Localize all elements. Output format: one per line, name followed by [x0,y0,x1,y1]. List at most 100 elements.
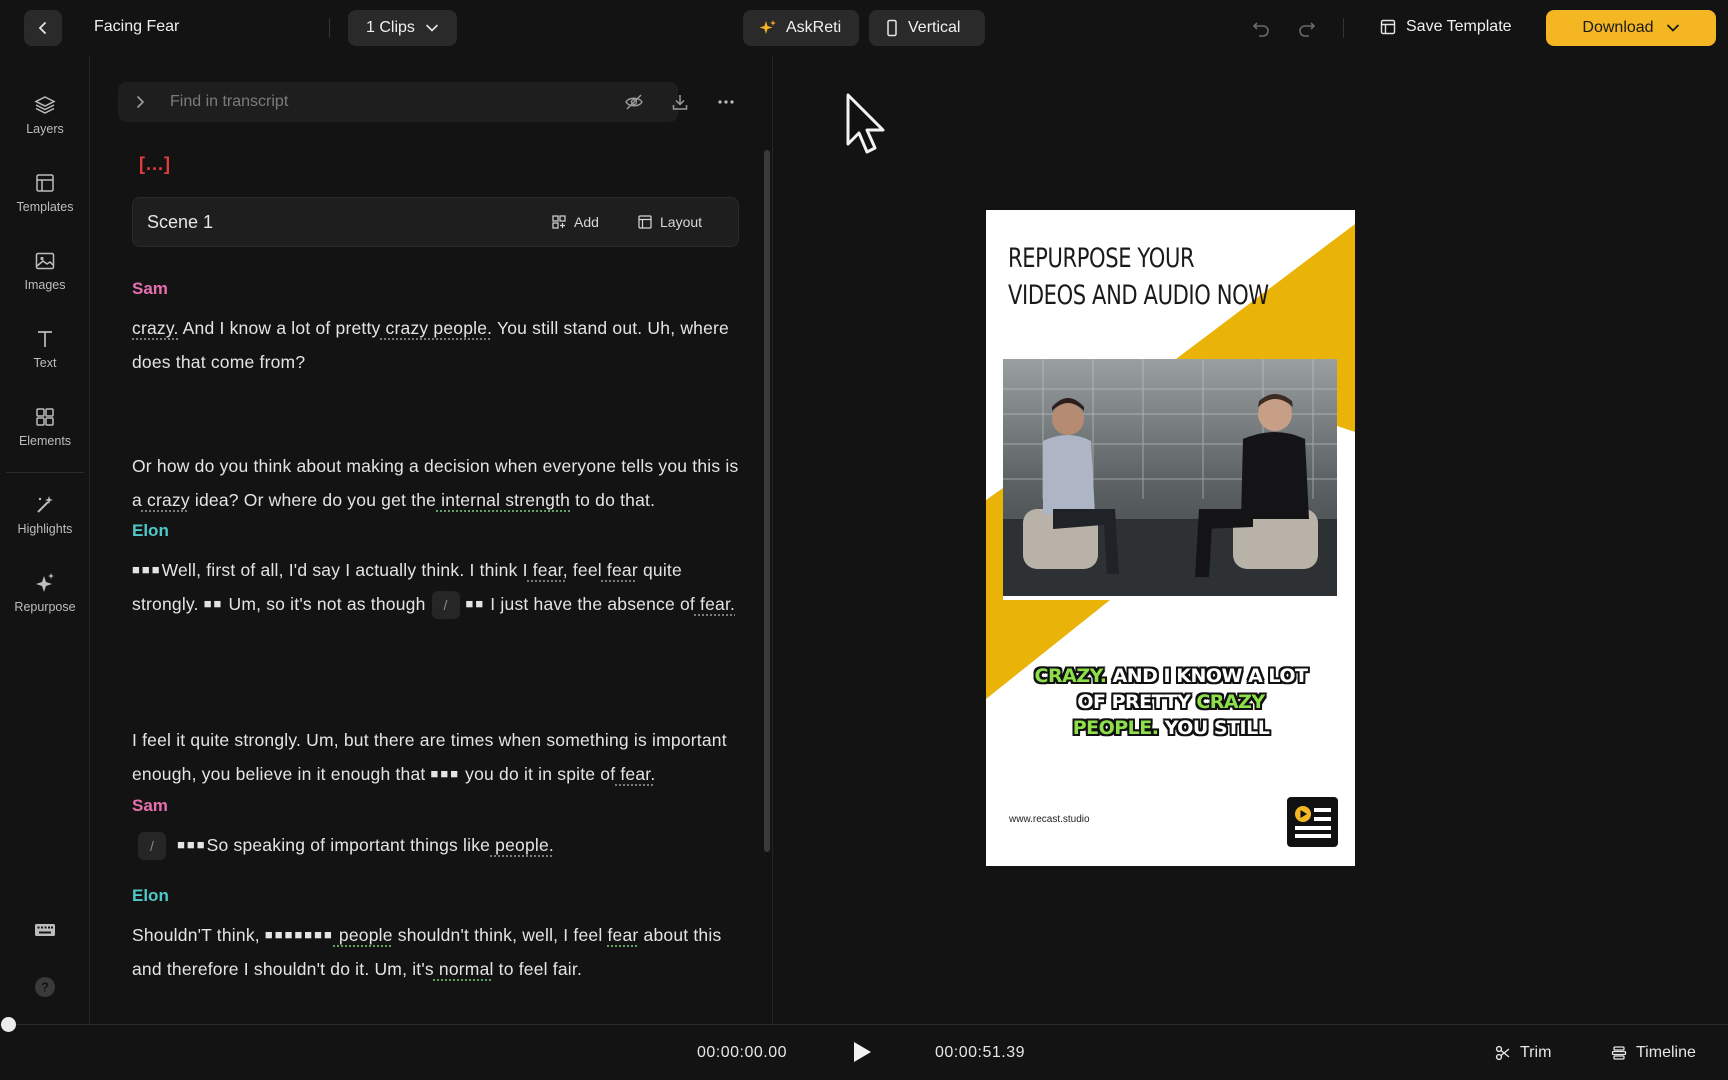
speaker-name[interactable]: Sam [132,796,168,816]
timeline-icon [1611,1046,1627,1060]
sidebar-item-layers[interactable]: Layers [0,94,90,136]
scene-title[interactable]: Scene 1 [147,212,213,233]
divider [1343,18,1344,38]
pause-marker: ■■■ [430,766,461,781]
chevron-right-icon[interactable] [132,93,148,111]
pause-marker: ■■■ [132,562,162,577]
sparkle-icon [759,20,776,34]
sidebar-item-images[interactable]: Images [0,250,90,292]
transcript-paragraph[interactable]: ■■■Well, first of all, I'd say I actuall… [132,553,742,621]
layout-button[interactable]: Layout [638,214,702,230]
transcript-search [118,82,678,122]
sidebar-divider [6,472,84,473]
more-horizontal-icon [718,100,734,104]
mouse-cursor-icon [846,93,885,154]
speaker-name[interactable]: Elon [132,886,169,906]
clips-dropdown[interactable]: 1 Clips [348,10,457,46]
transcript-paragraph[interactable]: crazy. And I know a lot of pretty crazy … [132,311,742,379]
template-icon [1380,19,1396,35]
speaker-name[interactable]: Elon [132,521,169,541]
sidebar-item-highlights[interactable]: Highlights [0,494,90,536]
redo-button[interactable] [1296,17,1318,39]
sidebar-item-label: Templates [16,200,74,214]
sidebar-item-label: Text [33,356,57,370]
download-label: Download [1582,19,1654,36]
download-button[interactable]: Download [1546,10,1716,46]
preview-headline[interactable]: REPURPOSE YOUR VIDEOS AND AUDIO NOW [1008,240,1273,314]
preview-caption[interactable]: CRAZY. AND I KNOW A LOT OF PRETTY CRAZY P… [1026,663,1316,741]
layout-label: Layout [660,214,703,230]
play-icon [854,1042,871,1062]
sidebar-item-label: Images [24,278,66,292]
search-input[interactable] [170,82,650,122]
slash-marker[interactable]: / [431,591,460,620]
sidebar-item-text[interactable]: Text [0,328,90,370]
chevron-down-icon [1666,24,1679,32]
play-button[interactable] [851,1040,873,1069]
sidebar-item-repurpose[interactable]: Repurpose [0,572,90,614]
scene-header: Scene 1 Add Layout [132,197,739,247]
left-sidebar: Layers Templates Images Text Elements Hi… [0,56,90,1024]
keyboard-icon [35,924,55,936]
pause-marker: ■■ [203,596,224,611]
chevron-left-icon [38,22,46,34]
transcript-panel: [...] Scene 1 Add Layout Sam crazy. And … [91,56,773,1024]
speaker-name[interactable]: Sam [132,279,168,299]
more-options-button[interactable] [713,89,739,115]
trim-label: Trim [1520,1044,1552,1061]
download-transcript-button[interactable] [667,89,693,115]
save-template-button[interactable]: Save Template [1380,18,1512,36]
sidebar-item-elements[interactable]: Elements [0,406,90,448]
undo-button[interactable] [1250,17,1272,39]
askreti-label: AskReti [786,19,842,36]
clips-label: 1 Clips [366,19,415,36]
player-controls: 00:00:00.00 00:00:51.39 Trim Timeline [0,1026,1728,1080]
removed-segment-marker[interactable]: [...] [139,154,171,175]
hide-button[interactable] [621,89,647,115]
vertical-button[interactable]: Vertical [869,10,985,46]
video-frame[interactable] [1003,359,1337,596]
add-grid-icon [552,215,566,229]
vertical-label: Vertical [908,19,961,36]
text-icon [38,331,52,347]
timeline-button[interactable]: Timeline [1611,1044,1696,1062]
templates-icon [36,174,54,192]
timeline-track[interactable] [0,1024,1728,1025]
project-title[interactable]: Facing Fear [94,18,179,36]
elements-icon [36,408,54,426]
help-icon: ? [35,977,55,997]
pause-marker: ■■■ [177,837,207,852]
trim-button[interactable]: Trim [1495,1044,1551,1062]
slash-marker[interactable]: / [138,832,166,861]
back-button[interactable] [24,10,62,46]
sidebar-item-templates[interactable]: Templates [0,172,90,214]
transcript-paragraph[interactable]: Or how do you think about making a decis… [132,449,742,517]
keyboard-shortcuts-button[interactable] [0,922,90,938]
eye-off-icon [625,94,643,110]
top-bar: Facing Fear 1 Clips AskReti Vertical Sav… [0,0,1728,56]
transcript-scrollbar[interactable] [764,150,770,852]
sparkle-icon [36,573,54,592]
transcript-paragraph[interactable]: Shouldn'T think, ■■■■■■■ people shouldn'… [132,918,742,986]
timeline-label: Timeline [1636,1044,1696,1061]
image-icon [35,252,55,270]
undo-icon [1252,22,1269,37]
help-button[interactable]: ? [0,976,90,998]
scissors-icon [1495,1045,1510,1061]
svg-text:?: ? [41,980,49,995]
sidebar-item-label: Repurpose [14,600,76,614]
total-time: 00:00:51.39 [935,1044,1026,1061]
save-template-label: Save Template [1406,18,1512,35]
transcript-paragraph[interactable]: / ■■■So speaking of important things lik… [132,828,742,862]
video-preview[interactable]: REPURPOSE YOUR VIDEOS AND AUDIO NOW CRAZ… [986,210,1355,866]
redo-icon [1299,22,1316,37]
askreti-button[interactable]: AskReti [743,10,859,46]
sidebar-item-label: Elements [18,434,72,448]
transcript-paragraph[interactable]: I feel it quite strongly. Um, but there … [132,723,742,791]
preview-url: www.recast.studio [1009,814,1090,825]
pause-marker: ■■■■■■■ [264,927,334,942]
add-button[interactable]: Add [552,214,599,230]
download-icon [672,95,688,110]
sidebar-item-label: Layers [26,122,64,136]
current-time: 00:00:00.00 [697,1044,788,1061]
